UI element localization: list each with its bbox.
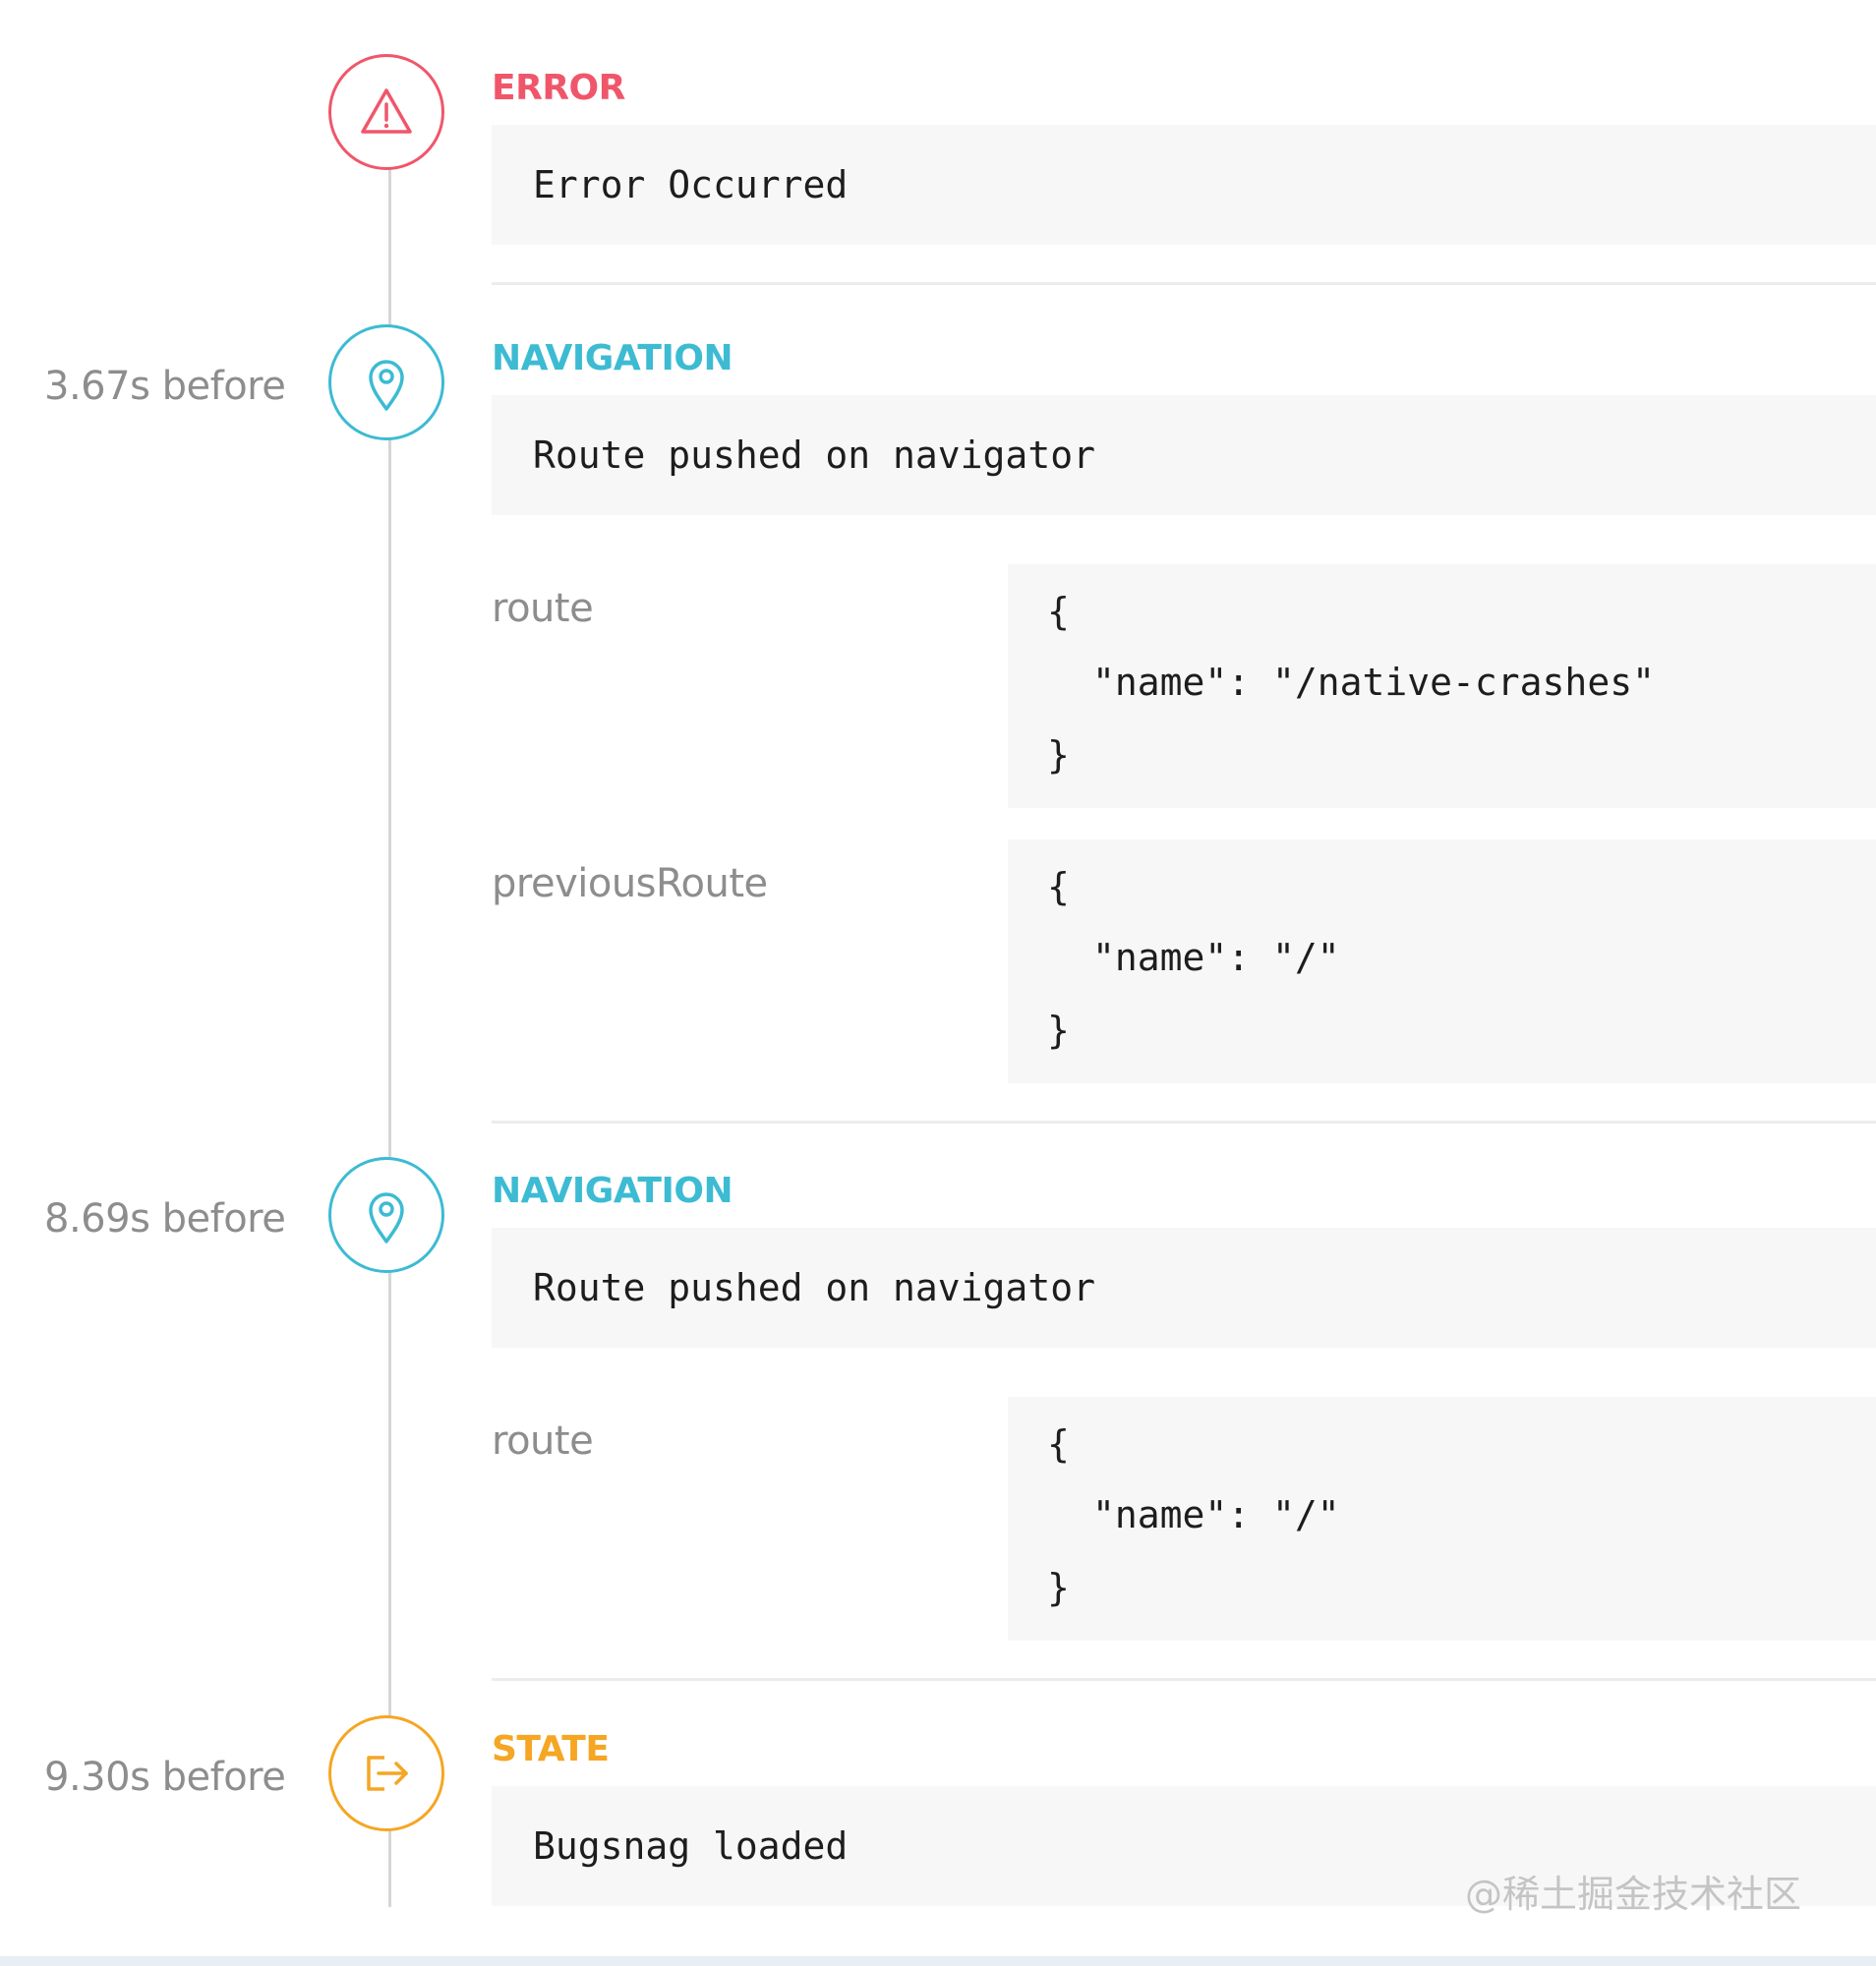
map-pin-icon xyxy=(328,1157,444,1273)
code-line-entry: "name": "/" xyxy=(1092,936,1340,979)
code-line-entry: "name": "/native-crashes" xyxy=(1092,661,1655,704)
breadcrumb-divider xyxy=(492,1678,1876,1681)
breadcrumb-message: Error Occurred xyxy=(492,125,1876,245)
bottom-bar xyxy=(0,1956,1876,1966)
breadcrumb-type: NAVIGATION xyxy=(492,1171,733,1211)
breadcrumb-timeline: ERROR Error Occurred 3.67s before NAVIGATIO… xyxy=(0,0,1876,1907)
breadcrumb-message: Route pushed on navigator xyxy=(492,1228,1876,1348)
breadcrumb-message: Route pushed on navigator xyxy=(492,395,1876,515)
code-line-close: } xyxy=(1047,1009,1070,1052)
code-line-close: } xyxy=(1047,733,1070,777)
watermark: @稀土掘金技术社区 xyxy=(1465,1873,1802,1916)
code-line-entry: "name": "/" xyxy=(1092,1493,1340,1536)
metadata-value: { "name": "/"} xyxy=(1008,1397,1876,1641)
metadata-value: { "name": "/native-crashes"} xyxy=(1008,564,1876,808)
breadcrumb-type: ERROR xyxy=(492,68,625,108)
warning-triangle-icon xyxy=(328,54,444,170)
breadcrumb-time: 8.69s before xyxy=(44,1196,286,1242)
breadcrumb-type: NAVIGATION xyxy=(492,338,733,378)
code-line-open: { xyxy=(1047,1422,1070,1466)
code-line-open: { xyxy=(1047,590,1070,633)
metadata-key: previousRoute xyxy=(492,861,768,906)
metadata-key: route xyxy=(492,586,594,631)
breadcrumb-time: 3.67s before xyxy=(44,364,286,409)
code-line-close: } xyxy=(1047,1566,1070,1609)
metadata-value: { "name": "/"} xyxy=(1008,839,1876,1083)
breadcrumb-divider xyxy=(492,1121,1876,1124)
sign-out-icon xyxy=(328,1715,444,1831)
code-line-open: { xyxy=(1047,865,1070,908)
map-pin-icon xyxy=(328,324,444,440)
metadata-key: route xyxy=(492,1418,594,1464)
breadcrumb-type: STATE xyxy=(492,1729,610,1769)
breadcrumb-divider xyxy=(492,282,1876,285)
breadcrumb-time: 9.30s before xyxy=(44,1755,286,1800)
